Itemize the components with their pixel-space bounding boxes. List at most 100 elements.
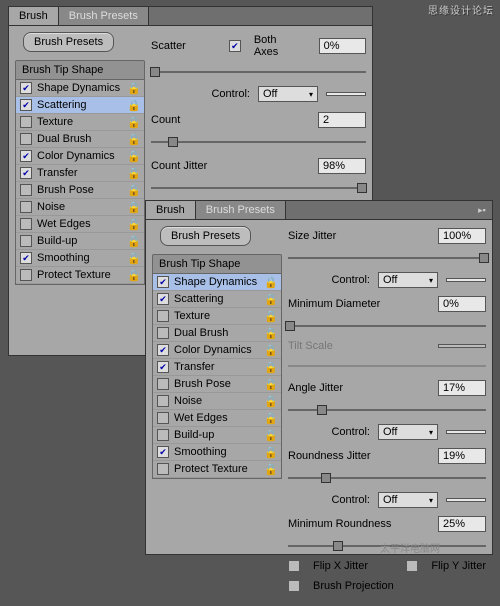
lock-icon[interactable]: 🔒 [128, 252, 140, 264]
list-item[interactable]: Wet Edges🔒 [16, 216, 144, 233]
scatter-slider[interactable] [151, 66, 366, 78]
option-checkbox[interactable] [157, 395, 169, 407]
option-checkbox[interactable]: ✔ [20, 167, 32, 179]
min-roundness-input[interactable]: 25% [438, 516, 486, 532]
list-item[interactable]: Wet Edges🔒 [153, 410, 281, 427]
option-checkbox[interactable]: ✔ [157, 344, 169, 356]
list-item[interactable]: Brush Pose🔒 [153, 376, 281, 393]
option-checkbox[interactable]: ✔ [20, 150, 32, 162]
size-control-select[interactable]: Off▾ [378, 272, 438, 288]
lock-icon[interactable]: 🔒 [265, 412, 277, 424]
lock-icon[interactable]: 🔒 [128, 116, 140, 128]
scatter-value-input[interactable]: 0% [319, 38, 366, 54]
size-jitter-slider[interactable] [288, 252, 486, 264]
brush-projection-checkbox[interactable] [288, 580, 300, 592]
option-checkbox[interactable]: ✔ [157, 293, 169, 305]
panel-menu-icon[interactable]: ▸▪ [474, 203, 490, 217]
list-item[interactable]: Build-up🔒 [153, 427, 281, 444]
brush-tip-shape-header[interactable]: Brush Tip Shape [152, 254, 282, 274]
lock-icon[interactable]: 🔒 [128, 235, 140, 247]
tab-brush-presets[interactable]: Brush Presets [196, 201, 286, 219]
list-item[interactable]: ✔Color Dynamics🔒 [153, 342, 281, 359]
option-checkbox[interactable] [20, 133, 32, 145]
option-checkbox[interactable]: ✔ [157, 276, 169, 288]
lock-icon[interactable]: 🔒 [265, 395, 277, 407]
list-item[interactable]: ✔Transfer🔒 [16, 165, 144, 182]
lock-icon[interactable]: 🔒 [265, 429, 277, 441]
count-jitter-slider[interactable] [151, 182, 366, 194]
list-item[interactable]: ✔Scattering🔒 [16, 97, 144, 114]
option-checkbox[interactable] [157, 429, 169, 441]
option-checkbox[interactable] [20, 235, 32, 247]
lock-icon[interactable]: 🔒 [265, 361, 277, 373]
both-axes-checkbox[interactable]: ✔ [229, 40, 241, 52]
flip-x-checkbox[interactable] [288, 560, 300, 572]
list-item[interactable]: Dual Brush🔒 [153, 325, 281, 342]
angle-jitter-slider[interactable] [288, 404, 486, 416]
list-item[interactable]: ✔Color Dynamics🔒 [16, 148, 144, 165]
list-item[interactable]: Protect Texture🔒 [16, 267, 144, 284]
brush-tip-shape-header[interactable]: Brush Tip Shape [15, 60, 145, 80]
lock-icon[interactable]: 🔒 [265, 463, 277, 475]
option-checkbox[interactable]: ✔ [20, 252, 32, 264]
roundness-jitter-slider[interactable] [288, 472, 486, 484]
list-item[interactable]: ✔Transfer🔒 [153, 359, 281, 376]
lock-icon[interactable]: 🔒 [128, 201, 140, 213]
list-item[interactable]: ✔Shape Dynamics🔒 [16, 80, 144, 97]
brush-presets-button[interactable]: Brush Presets [160, 226, 251, 246]
count-slider[interactable] [151, 136, 366, 148]
tab-brush-presets[interactable]: Brush Presets [59, 7, 149, 25]
list-item[interactable]: Protect Texture🔒 [153, 461, 281, 478]
option-checkbox[interactable] [20, 201, 32, 213]
lock-icon[interactable]: 🔒 [128, 99, 140, 111]
min-diameter-input[interactable]: 0% [438, 296, 486, 312]
option-checkbox[interactable] [157, 463, 169, 475]
size-jitter-input[interactable]: 100% [438, 228, 486, 244]
list-item[interactable]: Dual Brush🔒 [16, 131, 144, 148]
angle-control-select[interactable]: Off▾ [378, 424, 438, 440]
lock-icon[interactable]: 🔒 [265, 310, 277, 322]
flip-y-checkbox[interactable] [406, 560, 418, 572]
list-item[interactable]: Texture🔒 [16, 114, 144, 131]
list-item[interactable]: Noise🔒 [16, 199, 144, 216]
brush-presets-button[interactable]: Brush Presets [23, 32, 114, 52]
option-checkbox[interactable] [20, 184, 32, 196]
option-checkbox[interactable] [20, 116, 32, 128]
list-item[interactable]: Noise🔒 [153, 393, 281, 410]
list-item[interactable]: Texture🔒 [153, 308, 281, 325]
option-checkbox[interactable]: ✔ [157, 446, 169, 458]
lock-icon[interactable]: 🔒 [128, 150, 140, 162]
tab-brush[interactable]: Brush [9, 7, 59, 25]
count-jitter-value-input[interactable]: 98% [318, 158, 366, 174]
lock-icon[interactable]: 🔒 [265, 344, 277, 356]
lock-icon[interactable]: 🔒 [265, 446, 277, 458]
list-item[interactable]: Brush Pose🔒 [16, 182, 144, 199]
option-checkbox[interactable] [157, 310, 169, 322]
option-checkbox[interactable]: ✔ [20, 99, 32, 111]
option-checkbox[interactable]: ✔ [157, 361, 169, 373]
scatter-control-select[interactable]: Off▾ [258, 86, 318, 102]
option-checkbox[interactable]: ✔ [20, 82, 32, 94]
tab-brush[interactable]: Brush [146, 201, 196, 219]
angle-jitter-input[interactable]: 17% [438, 380, 486, 396]
count-value-input[interactable]: 2 [318, 112, 366, 128]
lock-icon[interactable]: 🔒 [265, 378, 277, 390]
list-item[interactable]: ✔Scattering🔒 [153, 291, 281, 308]
lock-icon[interactable]: 🔒 [128, 82, 140, 94]
option-checkbox[interactable] [157, 412, 169, 424]
roundness-jitter-input[interactable]: 19% [438, 448, 486, 464]
lock-icon[interactable]: 🔒 [128, 133, 140, 145]
list-item[interactable]: Build-up🔒 [16, 233, 144, 250]
option-checkbox[interactable] [157, 327, 169, 339]
list-item[interactable]: ✔Smoothing🔒 [16, 250, 144, 267]
roundness-control-select[interactable]: Off▾ [378, 492, 438, 508]
lock-icon[interactable]: 🔒 [265, 276, 277, 288]
lock-icon[interactable]: 🔒 [265, 293, 277, 305]
list-item[interactable]: ✔Smoothing🔒 [153, 444, 281, 461]
option-checkbox[interactable] [20, 269, 32, 281]
option-checkbox[interactable] [157, 378, 169, 390]
lock-icon[interactable]: 🔒 [128, 269, 140, 281]
lock-icon[interactable]: 🔒 [128, 218, 140, 230]
lock-icon[interactable]: 🔒 [128, 167, 140, 179]
min-diameter-slider[interactable] [288, 320, 486, 332]
